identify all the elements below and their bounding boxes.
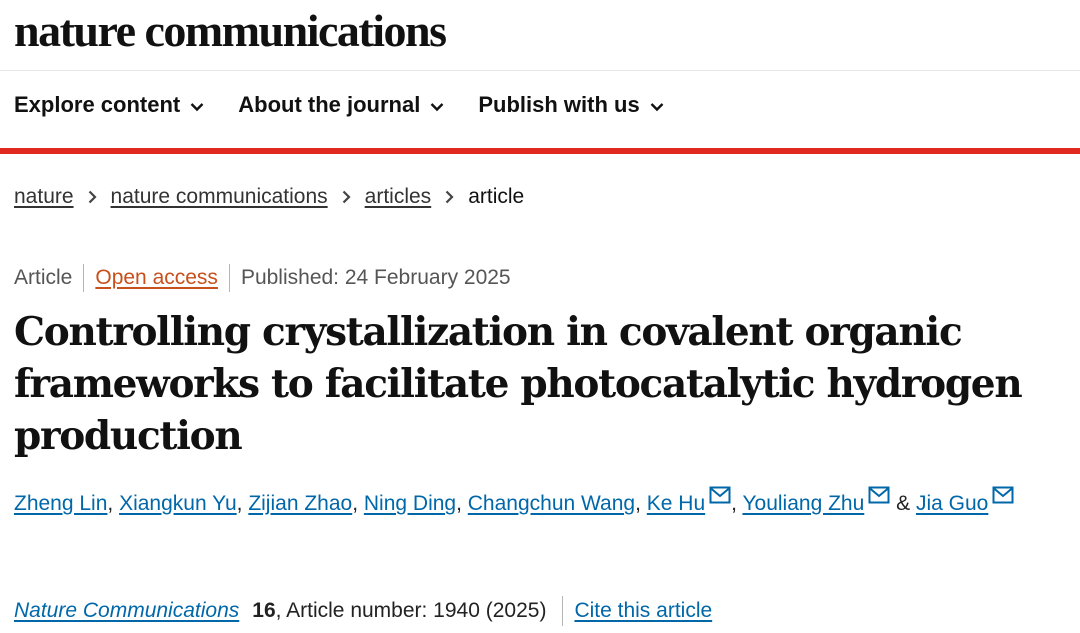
chevron-right-icon [342, 190, 351, 204]
author-link[interactable]: Changchun Wang [468, 492, 635, 515]
breadcrumb: nature nature communications articles ar… [14, 185, 524, 209]
author-separator: & [890, 492, 916, 515]
author-separator: , [635, 492, 647, 515]
author-link[interactable]: Jia Guo [916, 492, 988, 515]
nav-about-the-journal[interactable]: About the journal [238, 92, 444, 118]
journal-logo[interactable]: nature communications [14, 4, 447, 57]
nav-item-label: Explore content [14, 92, 181, 117]
chevron-down-icon [430, 92, 444, 118]
header-divider [0, 70, 1080, 71]
volume-number: 16 [252, 599, 276, 622]
meta-divider [228, 264, 230, 292]
nav-item-label: Publish with us [478, 92, 640, 117]
citation-divider [562, 596, 564, 626]
nav-publish-with-us[interactable]: Publish with us [478, 92, 664, 118]
author-item: Jia Guo [916, 486, 1014, 515]
chevron-down-icon [650, 92, 664, 118]
chevron-right-icon [445, 190, 454, 204]
author-link[interactable]: Zheng Lin [14, 492, 107, 515]
nav-item-label: About the journal [238, 92, 421, 117]
nav-accent-bar [0, 148, 1080, 154]
author-separator: , [352, 492, 364, 515]
breadcrumb-articles[interactable]: articles [365, 185, 432, 209]
nav-explore-content[interactable]: Explore content [14, 92, 204, 118]
author-item: Changchun Wang, [468, 492, 647, 515]
breadcrumb-current: article [468, 185, 525, 208]
open-access-link[interactable]: Open access [95, 266, 218, 290]
author-item: Zijian Zhao, [248, 492, 364, 515]
breadcrumb-nature[interactable]: nature [14, 185, 74, 209]
article-title: Controlling crystallization in covalent … [14, 309, 1023, 459]
breadcrumb-nature-communications[interactable]: nature communications [111, 185, 328, 209]
article-number: , Article number: 1940 (2025) [275, 599, 547, 622]
published-date: Published: 24 February 2025 [240, 266, 511, 289]
author-separator: , [107, 492, 120, 515]
chevron-down-icon [190, 92, 204, 118]
author-link[interactable]: Ke Hu [647, 492, 705, 515]
author-item: Youliang Zhu & [742, 486, 916, 515]
author-item: Zheng Lin, [14, 492, 119, 515]
cite-this-article-link[interactable]: Cite this article [574, 599, 712, 623]
meta-divider [83, 264, 85, 292]
author-separator: , [456, 492, 468, 515]
mail-icon[interactable] [992, 486, 1014, 504]
author-item: Ke Hu, [647, 486, 743, 515]
author-link[interactable]: Xiangkun Yu [119, 492, 237, 515]
author-link[interactable]: Ning Ding [364, 492, 456, 515]
author-item: Ning Ding, [364, 492, 468, 515]
mail-icon[interactable] [868, 486, 890, 504]
journal-link[interactable]: Nature Communications [14, 599, 239, 623]
author-list: Zheng Lin, Xiangkun Yu, Zijian Zhao, Nin… [14, 486, 1014, 516]
article-meta: Article Open access Published: 24 Februa… [14, 264, 511, 292]
mail-icon[interactable] [709, 486, 731, 504]
author-link[interactable]: Zijian Zhao [248, 492, 352, 515]
chevron-right-icon [88, 190, 97, 204]
author-separator: , [236, 492, 249, 515]
author-separator: , [731, 492, 743, 515]
author-link[interactable]: Youliang Zhu [742, 492, 864, 515]
citation-line: Nature Communications 16 , Article numbe… [14, 596, 712, 626]
author-item: Xiangkun Yu, [119, 492, 248, 515]
article-type: Article [14, 266, 73, 289]
main-nav: Explore content About the journal Publis… [14, 92, 664, 118]
